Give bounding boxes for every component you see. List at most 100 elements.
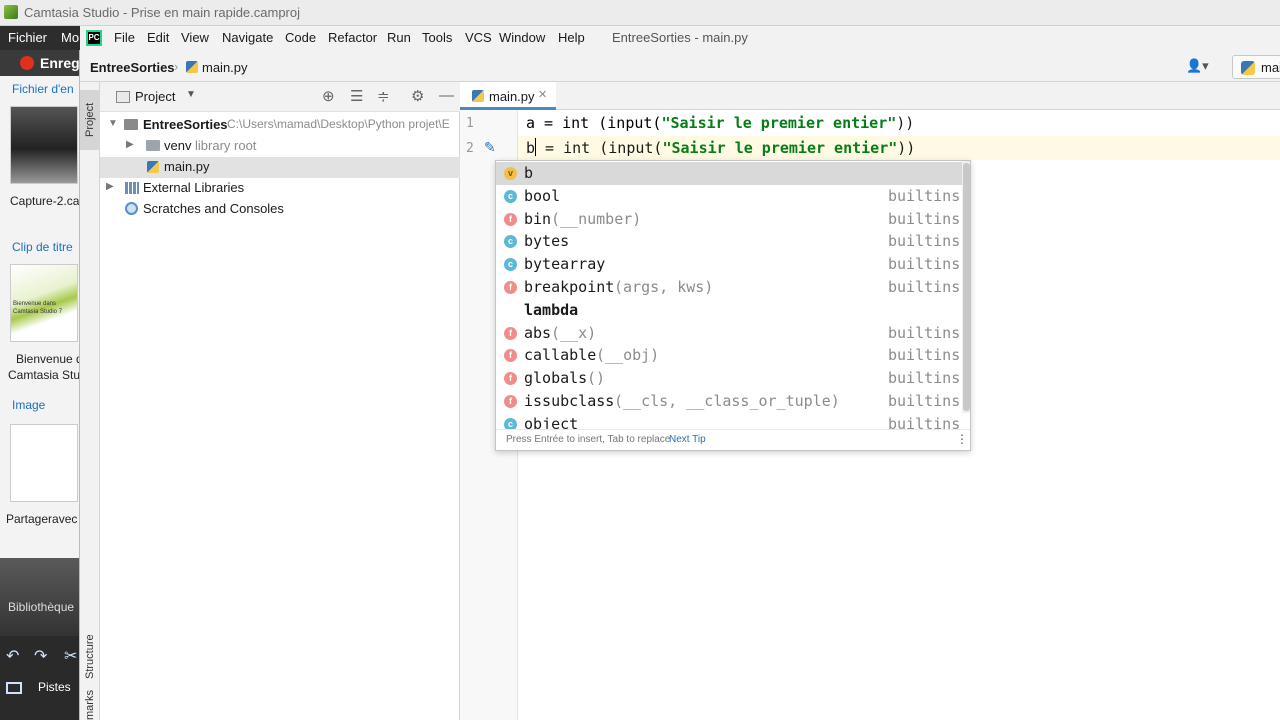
camtasia-menu-mo[interactable]: Mo (61, 30, 79, 45)
python-file-icon (472, 90, 484, 102)
camtasia-section-files[interactable]: Fichier d'en (12, 82, 74, 96)
completion-item[interactable]: f issubclass (__cls, __class_or_tuple) buil… (496, 390, 962, 413)
project-panel: Project ▼ ⊕ ☰ ≑ ⚙ — ▼ EntreeSorties C:\U… (100, 82, 460, 720)
completion-item[interactable]: f bin (__number) builtins (496, 208, 962, 231)
menu-code[interactable]: Code (285, 30, 316, 45)
editor-tab-main-py[interactable]: main.py ✕ (460, 82, 556, 110)
menu-bar: PC File Edit View Navigate Code Refactor… (80, 26, 1280, 52)
chevron-down-icon[interactable]: ▼ (108, 118, 118, 129)
scrollbar-thumb[interactable] (963, 163, 970, 411)
tree-item-external-libraries[interactable]: ▶ External Libraries (100, 178, 460, 199)
tree-root-path: C:\Users\mamad\Desktop\Python projet\E (227, 117, 450, 131)
tree-item-venv[interactable]: ▶ venv library root (100, 136, 460, 157)
completion-item[interactable]: f callable (__obj) builtins (496, 344, 962, 367)
camtasia-caption-welcome-1: Bienvenue d (16, 352, 80, 366)
more-options-icon[interactable]: ⋮ (956, 432, 968, 446)
class-icon: c (504, 189, 517, 203)
tree-item-scratches[interactable]: Scratches and Consoles (100, 199, 460, 220)
completion-item-name: abs (524, 323, 552, 342)
collapse-all-icon[interactable]: ≑ (377, 87, 390, 105)
completion-item[interactable]: c bytes builtins (496, 230, 962, 253)
completion-item-name: bin (524, 209, 552, 228)
menu-help[interactable]: Help (558, 30, 585, 45)
breadcrumb-file[interactable]: main.py (202, 60, 248, 75)
line-number: 2 (466, 141, 474, 156)
chevron-right-icon[interactable]: ▶ (126, 139, 134, 150)
camtasia-sidebar: Enreg Fichier d'en Capture-2.ca Clip de … (0, 50, 80, 720)
menu-run[interactable]: Run (387, 30, 411, 45)
undo-icon[interactable]: ↶ (6, 646, 19, 666)
camtasia-menu-fichier[interactable]: Fichier (8, 30, 47, 45)
completion-item[interactable]: f breakpoint (args, kws) builtins (496, 276, 962, 299)
thumb-text-2: Camtasia Studio 7 (13, 309, 63, 315)
camtasia-window-title: Camtasia Studio - Prise en main rapide.c… (24, 5, 301, 20)
camtasia-thumb-welcome[interactable]: Bienvenue dans Camtasia Studio 7 (10, 264, 78, 342)
variable-icon: v (504, 167, 517, 180)
completion-item[interactable]: vb (496, 162, 962, 185)
completion-item-args: () (587, 369, 606, 388)
user-account-icon[interactable]: 👤▾ (1186, 58, 1209, 74)
code-string: "Saisir le premier entier" (662, 139, 898, 157)
completion-item[interactable]: f globals() builtins (496, 367, 962, 390)
code-line-1[interactable]: a = int (input("Saisir le premier entier… (518, 112, 1280, 136)
run-config-selector[interactable]: mai (1232, 55, 1280, 79)
redo-icon[interactable]: ↷ (34, 646, 47, 666)
menu-window[interactable]: Window (499, 30, 545, 45)
minimize-icon[interactable]: — (439, 87, 454, 104)
completion-item-args: (__cls, __class_or_tuple) (614, 392, 840, 410)
tree-item-main-py[interactable]: main.py (100, 157, 460, 178)
function-icon: f (504, 326, 517, 340)
code-string: "Saisir le premier entier" (661, 114, 897, 132)
menu-edit[interactable]: Edit (147, 30, 169, 45)
camtasia-title-bar: Camtasia Studio - Prise en main rapide.c… (0, 0, 1280, 26)
completion-item-name: globals (524, 369, 588, 388)
intention-bulb-icon[interactable]: ✎ (484, 139, 496, 156)
tool-tab-structure[interactable]: Structure (80, 622, 100, 692)
completion-item-type: builtins (888, 255, 961, 274)
gear-icon[interactable]: ⚙ (411, 87, 424, 105)
camtasia-record-button[interactable]: Enreg (0, 50, 80, 76)
record-label: Enreg (40, 55, 80, 71)
project-view-label[interactable]: Project (135, 89, 175, 104)
breadcrumb-project[interactable]: EntreeSorties (90, 60, 175, 75)
close-icon[interactable]: ✕ (538, 88, 547, 101)
menu-refactor[interactable]: Refactor (328, 30, 377, 45)
completion-item-name: bytes (524, 232, 570, 251)
tree-item-root[interactable]: ▼ EntreeSorties C:\Users\mamad\Desktop\P… (100, 115, 460, 136)
completion-item-type: builtins (888, 278, 961, 296)
completion-hint: Press Entrée to insert, Tab to replace (506, 434, 671, 445)
completion-item[interactable]: f abs (__x) builtins (496, 322, 962, 345)
code-line-2[interactable]: b = int (input("Saisir le premier entier… (518, 136, 1280, 160)
next-tip-link[interactable]: Next Tip (669, 434, 706, 445)
breadcrumb-separator: › (174, 59, 179, 74)
tool-tab-project[interactable]: Project (80, 90, 100, 150)
completion-scrollbar[interactable] (962, 161, 970, 413)
camtasia-thumb-capture[interactable] (10, 106, 78, 184)
menu-vcs[interactable]: VCS (465, 30, 492, 45)
camtasia-thumb-share[interactable] (10, 424, 78, 502)
menu-navigate[interactable]: Navigate (222, 30, 273, 45)
tree-venv-note: library root (195, 138, 257, 153)
menu-tools[interactable]: Tools (422, 30, 452, 45)
cut-icon[interactable]: ✂ (64, 646, 77, 666)
expand-all-icon[interactable]: ☰ (350, 87, 363, 105)
completion-item[interactable]: c bool builtins (496, 185, 962, 208)
completion-item[interactable]: c bytearray builtins (496, 253, 962, 276)
chevron-down-icon[interactable]: ▼ (186, 89, 196, 100)
library-icon (125, 182, 139, 194)
camtasia-section-title-clip[interactable]: Clip de titre (12, 240, 73, 254)
thumb-text-1: Bienvenue dans (13, 301, 57, 307)
code-token: = int (input( (536, 139, 663, 157)
locate-icon[interactable]: ⊕ (322, 87, 335, 105)
menu-file[interactable]: File (114, 30, 135, 45)
camtasia-library-button[interactable]: Bibliothèque (0, 558, 79, 636)
tool-tab-bookmarks[interactable]: marks (80, 690, 100, 720)
chevron-right-icon[interactable]: ▶ (106, 181, 114, 192)
menu-view[interactable]: View (181, 30, 209, 45)
code-line-2-text: b = int (input("Saisir le premier entier… (526, 138, 915, 157)
editor-tab-bar: main.py ✕ (460, 82, 1280, 110)
completion-item-type: builtins (888, 369, 961, 388)
camtasia-section-image[interactable]: Image (12, 398, 45, 412)
completion-item[interactable]: lambda (496, 299, 962, 322)
completion-item-args: (__obj) (596, 346, 660, 365)
